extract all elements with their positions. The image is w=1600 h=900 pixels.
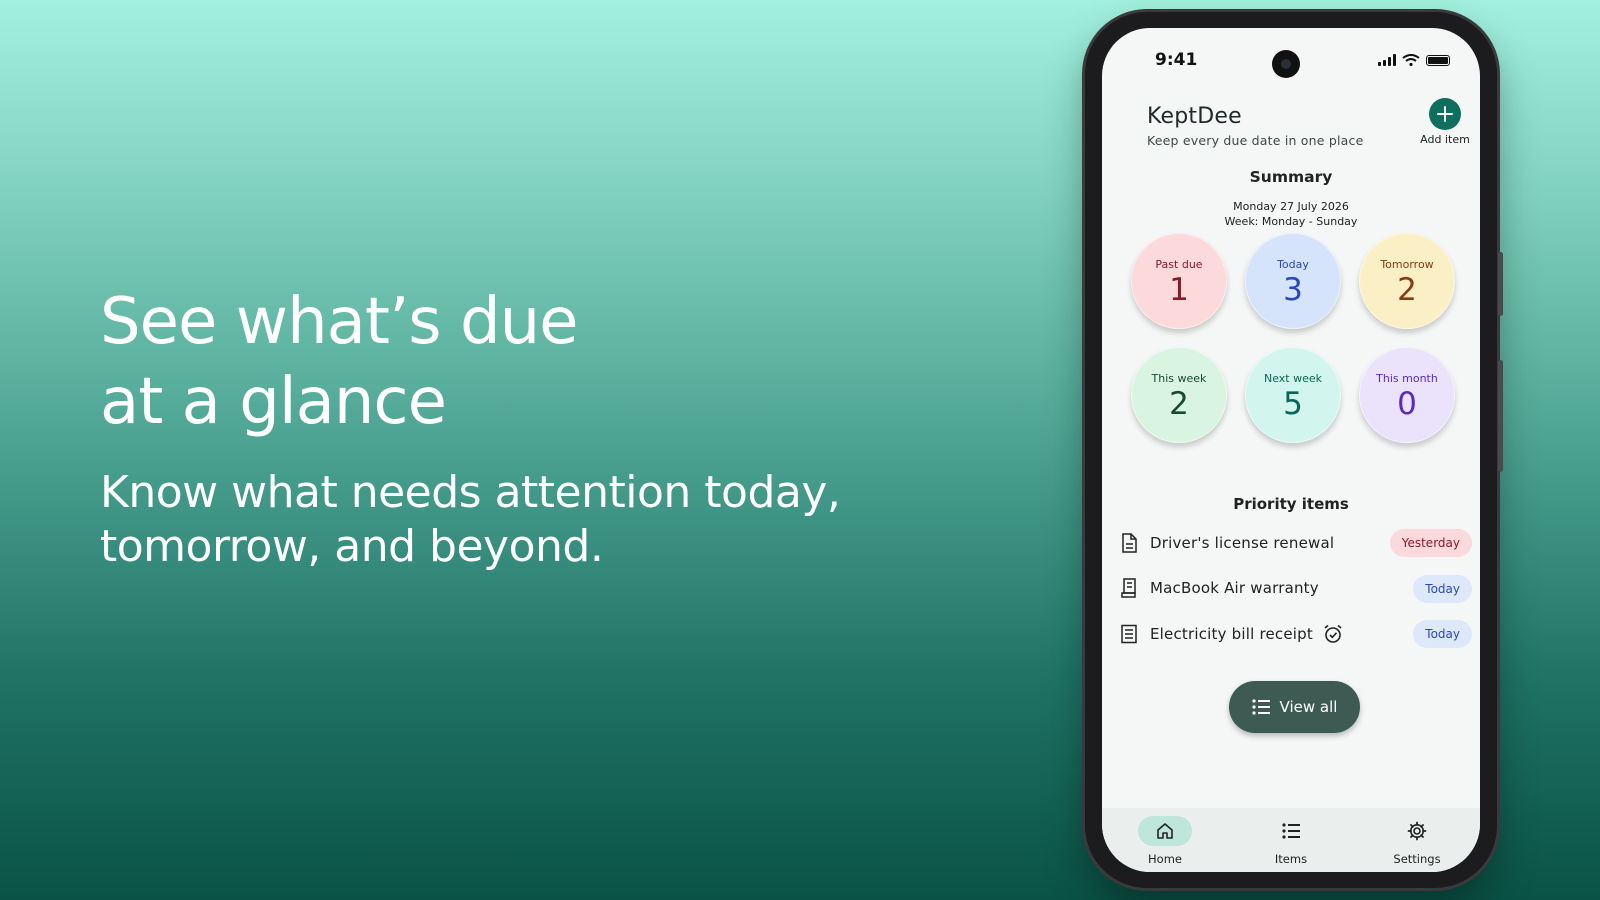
receipt-icon [1121,578,1136,598]
tile-label: Today [1277,258,1309,271]
tile-count: 2 [1397,272,1417,308]
power-button [1498,360,1503,472]
volume-button [1498,252,1503,316]
tab-home[interactable]: Home [1102,808,1228,872]
bill-icon [1121,624,1137,643]
headline-line-1: See what’s due [100,285,579,359]
gear-icon [1407,821,1427,841]
list-icon [1282,823,1300,839]
status-time: 9:41 [1155,50,1198,70]
add-item-label: Add item [1420,133,1470,146]
headline-line-2: at a glance [100,365,447,439]
item-name: Electricity bill receipt [1150,624,1313,643]
item-name: Driver's license renewal [1150,533,1335,552]
tab-label: Home [1148,852,1182,866]
tab-settings[interactable]: Settings [1354,808,1480,872]
tab-items[interactable]: Items [1228,808,1354,872]
priority-list: Driver's license renewal Yesterday MacBo… [1120,520,1472,657]
tile-tomorrow[interactable]: Tomorrow 2 [1359,233,1455,329]
item-name: MacBook Air warranty [1150,579,1319,598]
status-bar: 9:41 [1102,48,1480,78]
tile-this-month[interactable]: This month 0 [1359,347,1455,443]
week-range: Week: Monday - Sunday [1224,215,1358,228]
app-header: KeptDee Keep every due date in one place… [1147,98,1472,148]
tile-next-week[interactable]: Next week 5 [1245,347,1341,443]
list-item[interactable]: Driver's license renewal Yesterday [1120,520,1472,566]
wifi-icon [1402,54,1420,66]
list-item[interactable]: Electricity bill receipt Today [1120,611,1472,657]
promo-headline: See what’s due at a glance [100,282,940,442]
summary-date: Monday 27 July 2026 Week: Monday - Sunda… [1102,199,1480,229]
bottom-nav: Home Items Settings [1102,808,1480,872]
summary-title: Summary [1249,168,1333,186]
tile-count: 1 [1169,272,1189,308]
status-icons [1378,54,1450,66]
subtext-line-2: tomorrow, and beyond. [100,521,604,572]
tile-label: Past due [1155,258,1203,271]
tab-label: Settings [1393,852,1441,866]
tile-count: 0 [1397,386,1417,422]
priority-title: Priority items [1233,495,1349,513]
promo-subtext: Know what needs attention today, tomorro… [100,466,940,574]
home-icon [1157,823,1173,839]
plus-icon [1429,98,1461,130]
promo-text: See what’s due at a glance Know what nee… [100,282,940,574]
view-all-button[interactable]: View all [1229,681,1360,733]
tile-label: Tomorrow [1380,258,1434,271]
signal-icon [1378,54,1396,66]
camera-cutout [1272,50,1300,78]
phone-screen: 9:41 KeptDee Keep every due date in one … [1102,28,1480,872]
tile-label: Next week [1263,372,1323,385]
current-date: Monday 27 July 2026 [1233,200,1349,213]
tile-count: 5 [1283,386,1303,422]
tile-label: This month [1376,372,1438,385]
tab-label: Items [1274,852,1308,866]
add-item-button[interactable]: Add item [1418,98,1472,146]
view-all-label: View all [1279,698,1338,716]
battery-icon [1426,54,1450,66]
tile-count: 2 [1169,386,1189,422]
document-icon [1122,533,1137,553]
list-icon [1251,699,1270,715]
list-item[interactable]: MacBook Air warranty Today [1120,566,1472,612]
tile-count: 3 [1283,272,1303,308]
phone-frame: 9:41 KeptDee Keep every due date in one … [1085,12,1503,888]
due-badge: Today [1413,620,1472,648]
subtext-line-1: Know what needs attention today, [100,467,841,518]
tile-today[interactable]: Today 3 [1245,233,1341,329]
tile-label: This week [1151,372,1207,385]
tile-past-due[interactable]: Past due 1 [1131,233,1227,329]
due-badge: Yesterday [1389,529,1472,557]
alarm-icon [1324,624,1342,643]
due-badge: Today [1413,574,1472,603]
tile-this-week[interactable]: This week 2 [1131,347,1227,443]
summary-grid: Past due 1 Today 3 Tomorrow 2 This week … [1131,233,1455,443]
